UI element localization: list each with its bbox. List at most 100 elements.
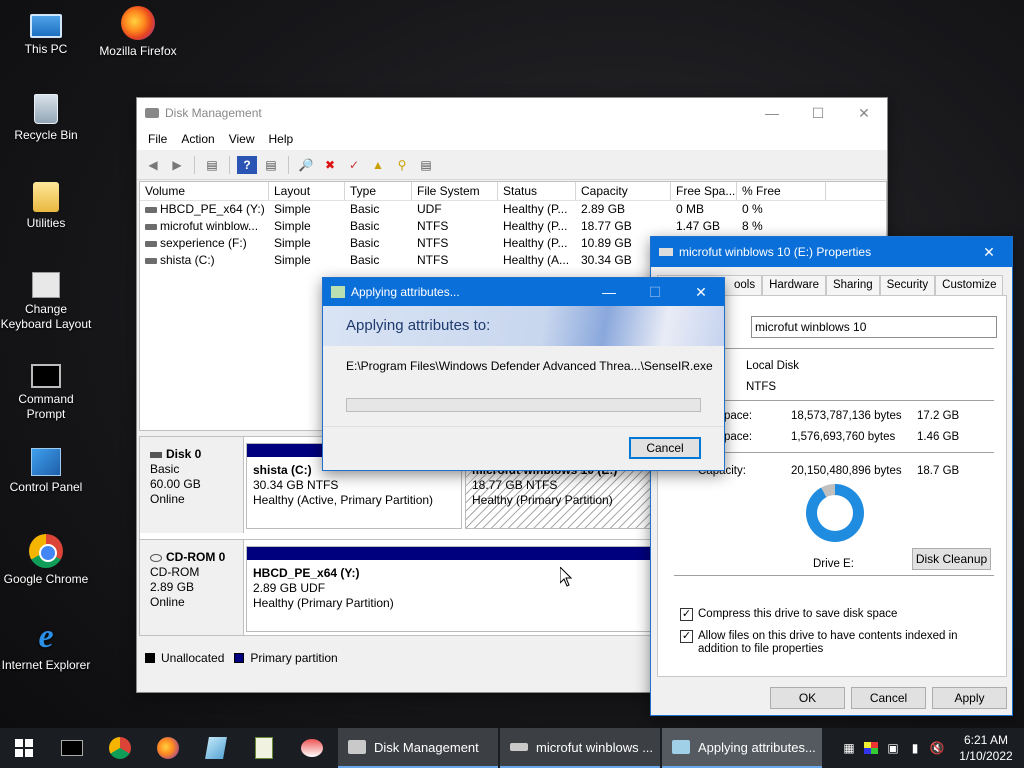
menu-help[interactable]: Help (262, 132, 301, 146)
desktop-icon-label: This PC (24, 42, 68, 56)
display-icon[interactable]: ▣ (882, 728, 904, 768)
cancel-button[interactable]: Cancel (629, 437, 701, 459)
tab-sharing[interactable]: Sharing (825, 275, 880, 295)
toolbar-divider (229, 155, 230, 174)
taskbar-tool[interactable] (288, 728, 336, 768)
volume-label-input[interactable]: microfut winblows 10 (751, 316, 997, 338)
color-icon[interactable] (860, 728, 882, 768)
taskbar-window-applying-attributes[interactable]: Applying attributes... (662, 728, 822, 768)
taskbar-cmd[interactable] (48, 728, 96, 768)
legend-primary: Primary partition (250, 651, 338, 665)
column-header[interactable]: % Free (737, 182, 826, 200)
index-checkbox[interactable]: ✓ (680, 630, 693, 643)
desktop-icon-recycle-bin[interactable]: Recycle Bin (0, 94, 92, 143)
close-button[interactable]: ✕ (678, 277, 724, 307)
column-header[interactable]: Free Spa... (671, 182, 737, 200)
column-header[interactable]: Status (498, 182, 576, 200)
desktop-icon-firefox[interactable]: Mozilla Firefox (92, 6, 184, 59)
column-header[interactable]: Type (345, 182, 412, 200)
titlebar[interactable]: microfut winblows 10 (E:) Properties ✕ (651, 237, 1012, 267)
desktop-icon-keyboard-layout[interactable]: Change Keyboard Layout (0, 272, 92, 332)
recycle-bin-icon (34, 94, 58, 124)
disk-label[interactable]: CD-ROM 0 CD-ROM 2.89 GB Online (140, 540, 244, 635)
volume-muted-icon[interactable]: 🔇 (926, 728, 948, 768)
minimize-button[interactable]: — (586, 277, 632, 307)
dialog-heading: Applying attributes to: (323, 306, 724, 346)
applying-attributes-dialog: Applying attributes... — ☐ ✕ Applying at… (322, 277, 725, 471)
column-header[interactable]: Volume (140, 182, 269, 200)
close-button[interactable]: ✕ (966, 237, 1012, 267)
close-button[interactable]: ✕ (841, 98, 887, 128)
desktop-icon-internet-explorer[interactable]: e Internet Explorer (0, 620, 92, 673)
titlebar[interactable]: Disk Management — ☐ ✕ (137, 98, 887, 128)
table-row[interactable]: microfut winblow... Simple Basic NTFS He… (140, 218, 886, 235)
desktop-icon-command-prompt[interactable]: Command Prompt (0, 358, 92, 422)
taskbar-notepad[interactable] (240, 728, 288, 768)
table-row[interactable]: HBCD_PE_x64 (Y:) Simple Basic UDF Health… (140, 201, 886, 218)
taskbar-firefox[interactable] (144, 728, 192, 768)
taskbar-paint[interactable] (192, 728, 240, 768)
tab-customize[interactable]: Customize (935, 275, 1004, 295)
notepad-icon (255, 737, 273, 759)
minimize-button[interactable]: — (749, 98, 795, 128)
taskbar-window-disk-management[interactable]: Disk Management (338, 728, 498, 768)
drive-icon (510, 743, 528, 751)
clock[interactable]: 6:21 AM 1/10/2022 (948, 732, 1024, 764)
start-button[interactable] (0, 728, 48, 768)
disk-name: Disk 0 (166, 447, 202, 461)
window-title: Disk Management (165, 106, 262, 120)
desktop-icon-utilities[interactable]: Utilities (0, 182, 92, 231)
cmd-icon (31, 364, 61, 388)
ok-button[interactable]: OK (770, 687, 845, 709)
tab-security[interactable]: Security (879, 275, 936, 295)
taskbar-window-properties[interactable]: microfut winblows ... (500, 728, 660, 768)
column-header[interactable]: File System (412, 182, 498, 200)
desktop-icon-control-panel[interactable]: Control Panel (0, 448, 92, 495)
cell: Basic (350, 253, 380, 267)
desktop-icon-chrome[interactable]: Google Chrome (0, 534, 92, 587)
help-icon[interactable]: ? (237, 155, 257, 174)
apply-button[interactable]: Apply (932, 687, 1007, 709)
disk-label[interactable]: Disk 0 Basic 60.00 GB Online (140, 437, 244, 533)
connect-icon[interactable]: 🔎 (296, 156, 316, 174)
show-hide-console-icon[interactable]: ▤ (202, 156, 222, 174)
cancel-button[interactable]: Cancel (851, 687, 926, 709)
maximize-button[interactable]: ☐ (795, 98, 841, 128)
back-icon[interactable]: ◀ (143, 156, 163, 174)
taskbar-chrome[interactable] (96, 728, 144, 768)
cell: Healthy (P... (503, 219, 568, 233)
properties-icon[interactable]: ▤ (261, 156, 281, 174)
forward-icon[interactable]: ▶ (167, 156, 187, 174)
usb-icon[interactable]: ▮ (904, 728, 926, 768)
search-icon[interactable]: ⚲ (392, 156, 412, 174)
cell: Simple (274, 219, 311, 233)
desktop-icon-label: Utilities (26, 216, 66, 230)
network-icon[interactable]: ▦ (838, 728, 860, 768)
column-header[interactable]: Capacity (576, 182, 671, 200)
column-header[interactable]: Layout (269, 182, 345, 200)
volume-name: microfut winblow... (160, 219, 259, 233)
menu-action[interactable]: Action (174, 132, 221, 146)
cell: Healthy (A... (503, 253, 570, 267)
firefox-icon (157, 737, 179, 759)
usage-donut-chart (806, 484, 864, 542)
disk-cleanup-button[interactable]: Disk Cleanup (912, 548, 991, 570)
partition-size: 30.34 GB NTFS (253, 478, 339, 492)
partition-size: 18.77 GB NTFS (472, 478, 558, 492)
maximize-button[interactable]: ☐ (632, 277, 678, 307)
list-icon[interactable]: ▤ (416, 156, 436, 174)
disk-size: 60.00 GB (150, 477, 201, 491)
menu-file[interactable]: File (141, 132, 174, 146)
cell: Simple (274, 253, 311, 267)
drive-icon (145, 257, 157, 264)
menu-view[interactable]: View (222, 132, 262, 146)
up-folder-icon[interactable]: ▲ (368, 156, 388, 174)
check-icon[interactable]: ✓ (344, 156, 364, 174)
tab-hardware[interactable]: Hardware (762, 275, 826, 295)
desktop-icon-this-pc[interactable]: This PC (0, 8, 92, 57)
delete-icon[interactable]: ✖ (320, 156, 340, 174)
titlebar[interactable]: Applying attributes... — ☐ ✕ (323, 278, 724, 306)
desktop-icon-label: Internet Explorer (1, 658, 91, 672)
compress-checkbox[interactable]: ✓ (680, 608, 693, 621)
taskbar-window-label: microfut winblows ... (536, 739, 654, 755)
